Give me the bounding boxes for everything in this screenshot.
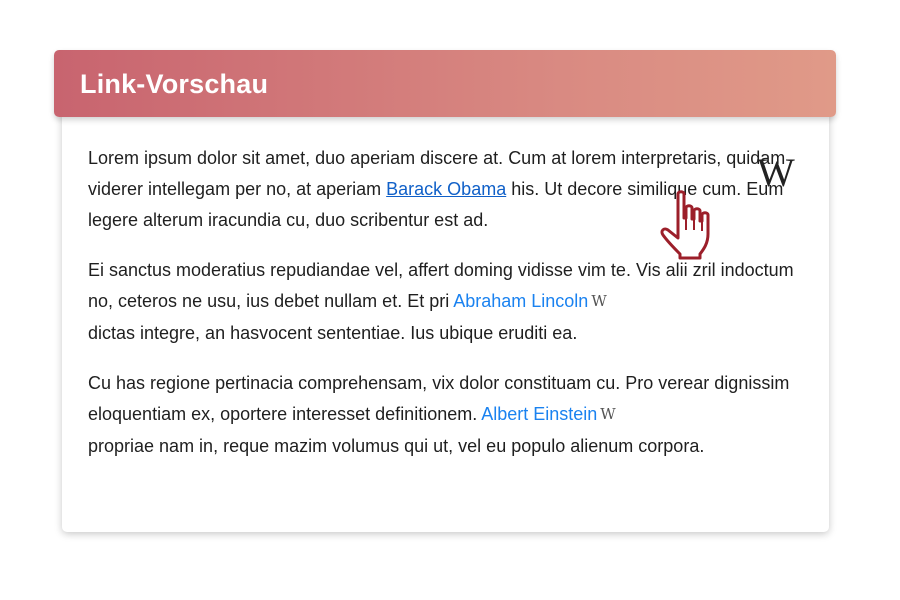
paragraph-3-text-after: propriae nam in, reque mazim volumus qui… [88, 436, 705, 456]
paragraph-2: Ei sanctus moderatius repudiandae vel, a… [88, 255, 803, 349]
card-header: Link-Vorschau [54, 50, 836, 117]
paragraph-3: Cu has regione pertinacia comprehensam, … [88, 368, 803, 462]
wikipedia-icon: W [591, 292, 607, 310]
paragraph-2-text-before: Ei sanctus moderatius repudiandae vel, a… [88, 260, 794, 311]
card-title: Link-Vorschau [80, 69, 269, 99]
link-barack-obama[interactable]: Barack Obama [386, 179, 506, 199]
link-albert-einstein[interactable]: Albert Einstein [481, 404, 597, 424]
link-abraham-lincoln[interactable]: Abraham Lincoln [453, 291, 588, 311]
paragraph-3-text-before: Cu has regione pertinacia comprehensam, … [88, 373, 790, 424]
paragraph-2-text-after: dictas integre, an hasvocent sententiae.… [88, 323, 578, 343]
hand-pointer-cursor-icon [660, 190, 710, 260]
wikipedia-icon: W [600, 405, 616, 423]
wikipedia-logo-icon: W [757, 150, 795, 195]
